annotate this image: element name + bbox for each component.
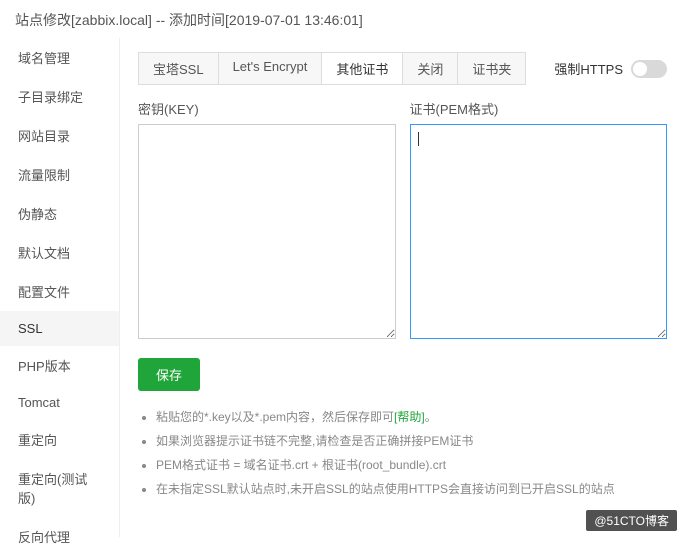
sidebar-item-label: 反向代理 <box>18 530 70 545</box>
sidebar: 域名管理 子目录绑定 网站目录 流量限制 伪静态 默认文档 配置文件 SSL P… <box>0 38 120 537</box>
sidebar-item-label: 网站目录 <box>18 129 70 144</box>
sidebar-item-rewrite[interactable]: 伪静态 <box>0 194 119 233</box>
notes-list: 粘贴您的*.key以及*.pem内容，然后保存即可[帮助]。 如果浏览器提示证书… <box>138 405 667 501</box>
tab-label: Let's Encrypt <box>233 59 308 74</box>
sidebar-item-label: 域名管理 <box>18 51 70 66</box>
note-text: 粘贴您的*.key以及*.pem内容，然后保存即可 <box>156 410 394 424</box>
sidebar-item-config[interactable]: 配置文件 <box>0 272 119 311</box>
key-column: 密钥(KEY) <box>138 99 396 342</box>
force-https-toggle[interactable] <box>631 60 667 78</box>
dialog-title-text: 站点修改[zabbix.local] -- 添加时间[2019-07-01 13… <box>15 12 363 28</box>
tab-label: 宝塔SSL <box>153 62 204 77</box>
save-button-label: 保存 <box>156 368 182 383</box>
sidebar-item-label: 重定向 <box>18 433 57 448</box>
ssl-panel: 宝塔SSL Let's Encrypt 其他证书 关闭 证书夹 强制HTTPS … <box>120 38 685 537</box>
sidebar-item-subdir[interactable]: 子目录绑定 <box>0 77 119 116</box>
sidebar-item-label: 默认文档 <box>18 246 70 261</box>
dialog-body: 域名管理 子目录绑定 网站目录 流量限制 伪静态 默认文档 配置文件 SSL P… <box>0 38 685 537</box>
help-link[interactable]: [帮助] <box>394 410 425 424</box>
note-item: PEM格式证书 = 域名证书.crt + 根证书(root_bundle).cr… <box>156 453 667 477</box>
sidebar-item-sitedir[interactable]: 网站目录 <box>0 116 119 155</box>
tab-label: 证书夹 <box>472 62 511 77</box>
cert-input[interactable] <box>410 124 668 339</box>
ssl-tabs-row: 宝塔SSL Let's Encrypt 其他证书 关闭 证书夹 强制HTTPS <box>138 52 667 85</box>
tab-label: 其他证书 <box>336 62 388 77</box>
sidebar-item-label: 重定向(测试版) <box>18 472 87 506</box>
tab-label: 关闭 <box>417 62 443 77</box>
sidebar-item-label: SSL <box>18 321 43 336</box>
tab-cert-folder[interactable]: 证书夹 <box>458 53 525 84</box>
note-item: 粘贴您的*.key以及*.pem内容，然后保存即可[帮助]。 <box>156 405 667 429</box>
watermark-text: @51CTO博客 <box>594 514 669 528</box>
sidebar-item-traffic[interactable]: 流量限制 <box>0 155 119 194</box>
sidebar-item-label: Tomcat <box>18 395 60 410</box>
tab-other-cert[interactable]: 其他证书 <box>322 53 403 84</box>
sidebar-item-ssl[interactable]: SSL <box>0 311 119 346</box>
key-label: 密钥(KEY) <box>138 99 396 118</box>
note-text: 在未指定SSL默认站点时,未开启SSL的站点使用HTTPS会直接访问到已开启SS… <box>156 482 615 496</box>
cert-label: 证书(PEM格式) <box>410 99 668 118</box>
sidebar-item-redirect-beta[interactable]: 重定向(测试版) <box>0 459 119 517</box>
save-button[interactable]: 保存 <box>138 358 200 391</box>
note-text: 如果浏览器提示证书链不完整,请检查是否正确拼接PEM证书 <box>156 434 473 448</box>
cert-column: 证书(PEM格式) <box>410 99 668 342</box>
cert-fields-row: 密钥(KEY) 证书(PEM格式) <box>138 99 667 342</box>
sidebar-item-reverse-proxy[interactable]: 反向代理 <box>0 517 119 556</box>
tab-lets-encrypt[interactable]: Let's Encrypt <box>219 53 323 84</box>
sidebar-item-tomcat[interactable]: Tomcat <box>0 385 119 420</box>
key-input[interactable] <box>138 124 396 339</box>
sidebar-item-php[interactable]: PHP版本 <box>0 346 119 385</box>
sidebar-item-label: 伪静态 <box>18 207 57 222</box>
text-cursor-icon <box>418 132 419 146</box>
sidebar-item-defaultdoc[interactable]: 默认文档 <box>0 233 119 272</box>
tab-baota-ssl[interactable]: 宝塔SSL <box>139 53 219 84</box>
sidebar-item-label: PHP版本 <box>18 359 71 374</box>
sidebar-item-label: 配置文件 <box>18 285 70 300</box>
force-https-label: 强制HTTPS <box>554 59 623 78</box>
note-text: PEM格式证书 = 域名证书.crt + 根证书(root_bundle).cr… <box>156 458 446 472</box>
note-text-suffix: 。 <box>425 410 437 424</box>
tab-close[interactable]: 关闭 <box>403 53 458 84</box>
ssl-tabs: 宝塔SSL Let's Encrypt 其他证书 关闭 证书夹 <box>138 52 526 85</box>
dialog-title: 站点修改[zabbix.local] -- 添加时间[2019-07-01 13… <box>0 0 685 38</box>
sidebar-item-redirect[interactable]: 重定向 <box>0 420 119 459</box>
sidebar-item-label: 流量限制 <box>18 168 70 183</box>
note-item: 如果浏览器提示证书链不完整,请检查是否正确拼接PEM证书 <box>156 429 667 453</box>
watermark: @51CTO博客 <box>586 510 677 531</box>
force-https-wrap: 强制HTTPS <box>554 59 667 78</box>
sidebar-item-label: 子目录绑定 <box>18 90 83 105</box>
note-item: 在未指定SSL默认站点时,未开启SSL的站点使用HTTPS会直接访问到已开启SS… <box>156 477 667 501</box>
sidebar-item-domain[interactable]: 域名管理 <box>0 38 119 77</box>
